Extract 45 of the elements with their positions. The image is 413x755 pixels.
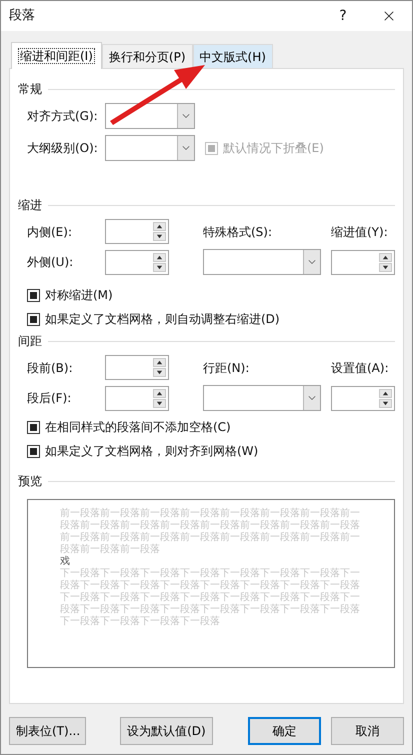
window-title: 段落 bbox=[9, 7, 36, 26]
checkbox[interactable] bbox=[27, 312, 40, 326]
preview-text: 下一段落下一段落下一段落下一段落下一段落下一段落下一段落下一段落下一段落下一段落下一段落下一段落下一段落下一段落下一段落下一段落下一段落下一段落下一段落下一段落下一段落下一段落下一段落下一段落下一段落下一段落下一段落下一段落下一段落下一段落下一段落下一段落下一段落下一段落 bbox=[60, 568, 361, 628]
dropdown-field[interactable] bbox=[105, 135, 195, 161]
preview-text: 前一段落前一段落前一段落前一段落前一段落前一段落前一段落前一段落前一段落前一段落前一段落前一段落前一段落前一段落前一段落前一段落前一段落前一段落前一段落前一段落前一段落前一段落前一段落前一段落前一段落 bbox=[60, 508, 361, 556]
checkbox-label: 在相同样式的段落间不添加空格(C) bbox=[45, 419, 231, 436]
checkbox-label: 默认情况下折叠(E) bbox=[223, 140, 324, 157]
dialog-button[interactable]: 设为默认值(D) bbox=[120, 717, 213, 745]
field-label: 外侧(U): bbox=[27, 254, 74, 271]
tab[interactable]: 换行和分页(P) bbox=[102, 44, 193, 68]
spin-field[interactable] bbox=[105, 355, 169, 380]
dialog-button[interactable]: 制表位(T)... bbox=[9, 717, 86, 745]
spin-field[interactable] bbox=[105, 386, 169, 410]
section-heading: 常规 bbox=[18, 81, 42, 98]
field-label: 设置值(A): bbox=[331, 360, 389, 376]
section-heading: 预览 bbox=[18, 473, 42, 490]
preview-sample-text: 戏 bbox=[60, 556, 71, 568]
dialog-button[interactable]: 取消 bbox=[330, 717, 404, 745]
checkbox[interactable] bbox=[27, 420, 40, 434]
field-label: 大纲级别(O): bbox=[27, 140, 99, 157]
dialog-button[interactable]: 确定 bbox=[248, 717, 321, 745]
spin-field[interactable] bbox=[331, 386, 395, 410]
checkbox-label: 对称缩进(M) bbox=[45, 287, 113, 304]
field-label: 特殊格式(S): bbox=[203, 224, 274, 240]
tab[interactable]: 中文版式(H) bbox=[192, 44, 273, 68]
checkbox-label: 如果定义了文档网格，则对齐到网格(W) bbox=[45, 443, 258, 460]
help-button[interactable]: ? bbox=[320, 1, 366, 31]
checkbox[interactable] bbox=[27, 288, 40, 302]
dropdown-field[interactable] bbox=[105, 103, 195, 129]
spin-field[interactable] bbox=[331, 250, 395, 274]
section-heading: 缩进 bbox=[18, 197, 42, 214]
dropdown-field[interactable] bbox=[203, 249, 321, 275]
dropdown-field[interactable] bbox=[203, 385, 321, 411]
field-label: 对齐方式(G): bbox=[27, 108, 99, 125]
field-label: 缩进值(Y): bbox=[331, 224, 388, 240]
spin-field[interactable] bbox=[105, 250, 169, 274]
field-label: 段后(F): bbox=[27, 390, 72, 407]
section-heading: 间距 bbox=[18, 333, 42, 350]
checkbox[interactable] bbox=[27, 444, 40, 458]
field-label: 段前(B): bbox=[27, 360, 74, 376]
tab[interactable]: 缩进和间距(I) bbox=[11, 42, 102, 69]
spin-field[interactable] bbox=[105, 219, 169, 244]
field-label: 行距(N): bbox=[203, 360, 250, 376]
field-label: 内侧(E): bbox=[27, 224, 73, 240]
checkbox-label: 如果定义了文档网格，则自动调整右缩进(D) bbox=[45, 311, 280, 328]
